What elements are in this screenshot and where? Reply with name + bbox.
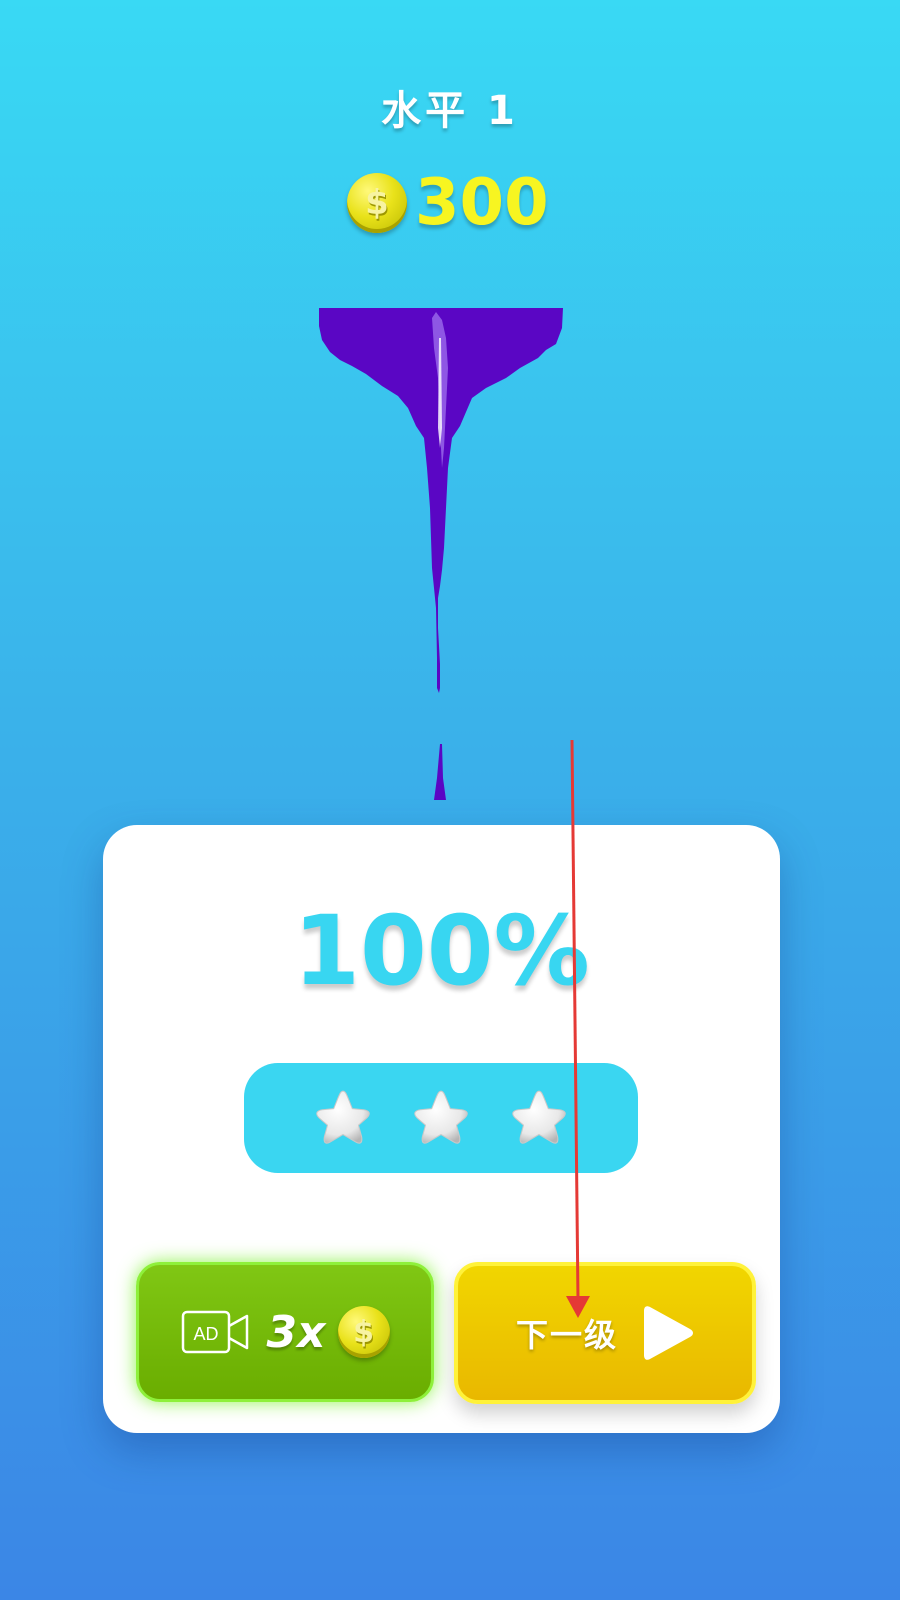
- ad-video-camera-icon: AD: [181, 1310, 248, 1354]
- completion-percent: 100%: [293, 895, 590, 1007]
- star-icon: [316, 1090, 370, 1144]
- dollar-coin-icon: $: [337, 1306, 390, 1358]
- coin-symbol: $: [365, 183, 389, 223]
- next-level-label: 下一级: [515, 1316, 618, 1354]
- star-icon: [512, 1090, 566, 1144]
- star-rating: [244, 1063, 638, 1173]
- ad-text: AD: [193, 1324, 218, 1344]
- result-card: 100% AD 3x $ 下一级: [103, 825, 780, 1433]
- next-level-button[interactable]: 下一级: [454, 1262, 756, 1404]
- paint-drop: [434, 744, 446, 800]
- coin-amount: 300: [415, 166, 549, 240]
- dollar-coin-icon: $: [347, 173, 407, 233]
- paint-drip-artwork: [319, 308, 563, 800]
- coin-symbol: $: [353, 1314, 374, 1350]
- watch-ad-triple-coins-button[interactable]: AD 3x $: [136, 1262, 434, 1402]
- level-title: 水平 1: [381, 88, 519, 134]
- star-icon: [414, 1090, 468, 1144]
- multiplier-label: 3x: [266, 1306, 326, 1358]
- play-icon: [644, 1306, 693, 1360]
- coin-counter: $ 300: [347, 168, 549, 238]
